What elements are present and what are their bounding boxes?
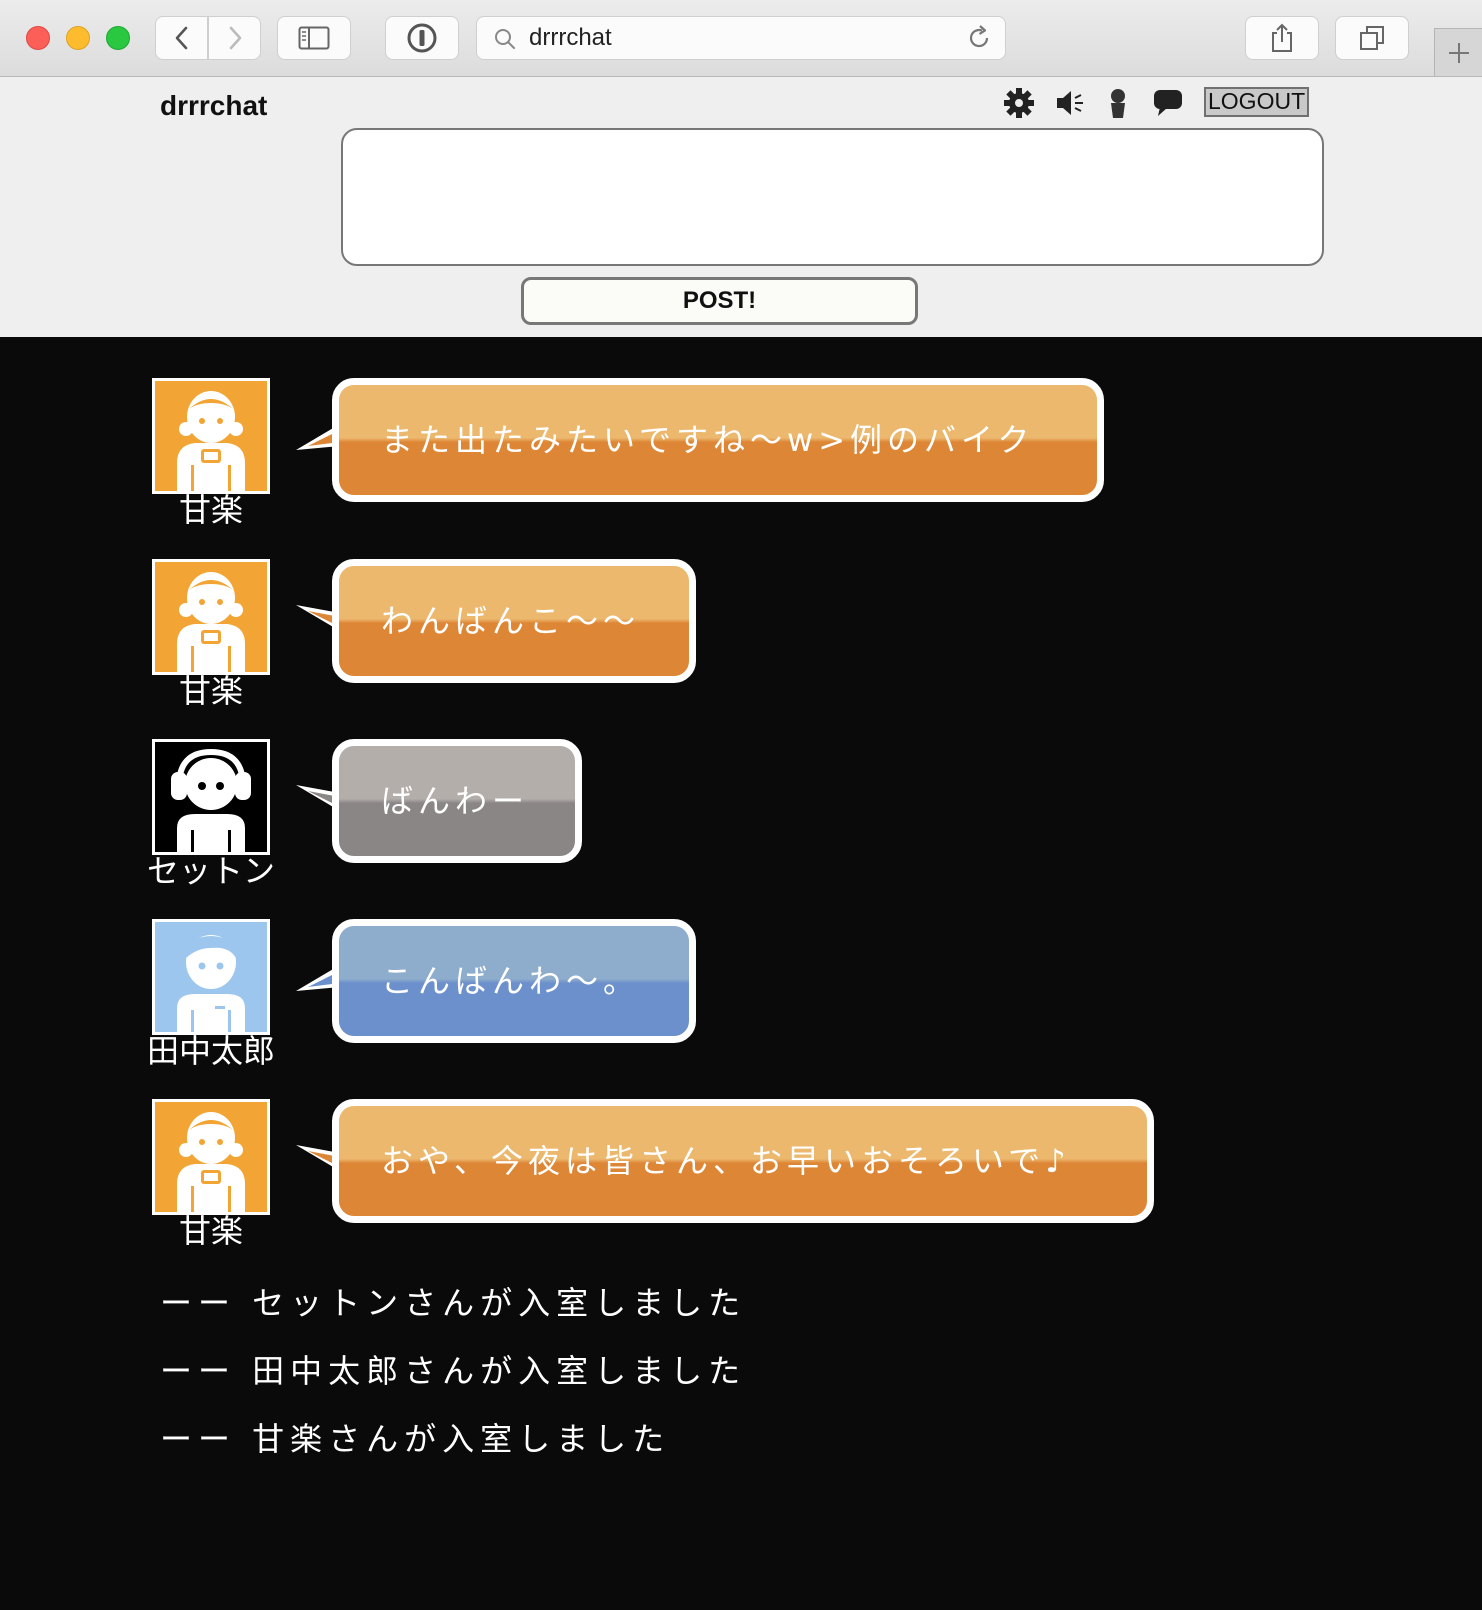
search-icon [495, 29, 515, 49]
girl-avatar-icon [152, 1099, 270, 1215]
chat-message: 田中太郎 こんばんわ～。 [0, 919, 1482, 1089]
chat-message: 甘楽 また出たみたいですね～w>例のバイク [0, 378, 1482, 548]
message-text: わんばんこ～～ [381, 602, 641, 640]
gear-icon[interactable] [1003, 87, 1035, 119]
chat-message: セットン ばんわー [0, 739, 1482, 909]
browser-toolbar: drrrchat [0, 0, 1482, 77]
address-bar[interactable]: drrrchat [476, 16, 1006, 60]
user-name: 甘楽 [178, 672, 243, 710]
back-button[interactable] [155, 16, 208, 60]
new-tab-button[interactable] [1434, 28, 1482, 76]
chat-header: drrrchat LOGOUT POST! [0, 77, 1482, 337]
close-window-button[interactable] [26, 26, 50, 50]
forward-button[interactable] [208, 16, 261, 60]
post-button[interactable]: POST! [521, 277, 918, 325]
system-message: ーー セットンさんが入室しました [160, 1284, 747, 1322]
user-name: 甘楽 [178, 1212, 243, 1250]
girl-avatar-icon [152, 559, 270, 675]
zoom-window-button[interactable] [106, 26, 130, 50]
site-title: drrrchat [160, 90, 268, 121]
password-manager-icon [407, 23, 437, 53]
password-manager-button[interactable] [385, 16, 459, 60]
system-message: ーー 甘楽さんが入室しました [160, 1420, 671, 1458]
message-text: こんばんわ～。 [381, 962, 641, 1000]
message-textarea[interactable] [341, 128, 1324, 266]
user-name: 田中太郎 [146, 1032, 275, 1070]
girl-avatar-icon [152, 378, 270, 494]
chat-message: 甘楽 おや、今夜は皆さん、お早いおそろいで♪ [0, 1099, 1482, 1269]
share-icon [1272, 23, 1292, 52]
chevron-right-icon [229, 26, 241, 50]
message-text: ばんわー [381, 782, 530, 820]
tabs-overview-button[interactable] [1335, 16, 1409, 60]
logout-button[interactable]: LOGOUT [1204, 87, 1310, 117]
reload-icon[interactable] [965, 24, 993, 52]
sidebar-toggle-button[interactable] [277, 16, 351, 60]
share-button[interactable] [1245, 16, 1319, 60]
sidebar-icon [298, 26, 330, 50]
message-text: また出たみたいですね～w>例のバイク [381, 421, 1035, 459]
tabs-icon [1360, 26, 1384, 50]
chat-message: 甘楽 わんばんこ～～ [0, 559, 1482, 729]
boy-avatar-icon [152, 919, 270, 1035]
user-name: セットン [146, 852, 275, 890]
plus-icon [1448, 42, 1469, 63]
system-message: ーー 田中太郎さんが入室しました [160, 1352, 747, 1390]
address-text: drrrchat [529, 24, 612, 51]
user-icon[interactable] [1104, 87, 1132, 119]
message-text: おや、今夜は皆さん、お早いおそろいで♪ [381, 1142, 1071, 1180]
minimize-window-button[interactable] [66, 26, 90, 50]
chevron-left-icon [175, 26, 187, 50]
headphone-avatar-icon [152, 739, 270, 855]
user-name: 甘楽 [178, 491, 243, 529]
speaker-icon[interactable] [1054, 87, 1086, 119]
chat-bubble-icon[interactable] [1152, 87, 1184, 119]
